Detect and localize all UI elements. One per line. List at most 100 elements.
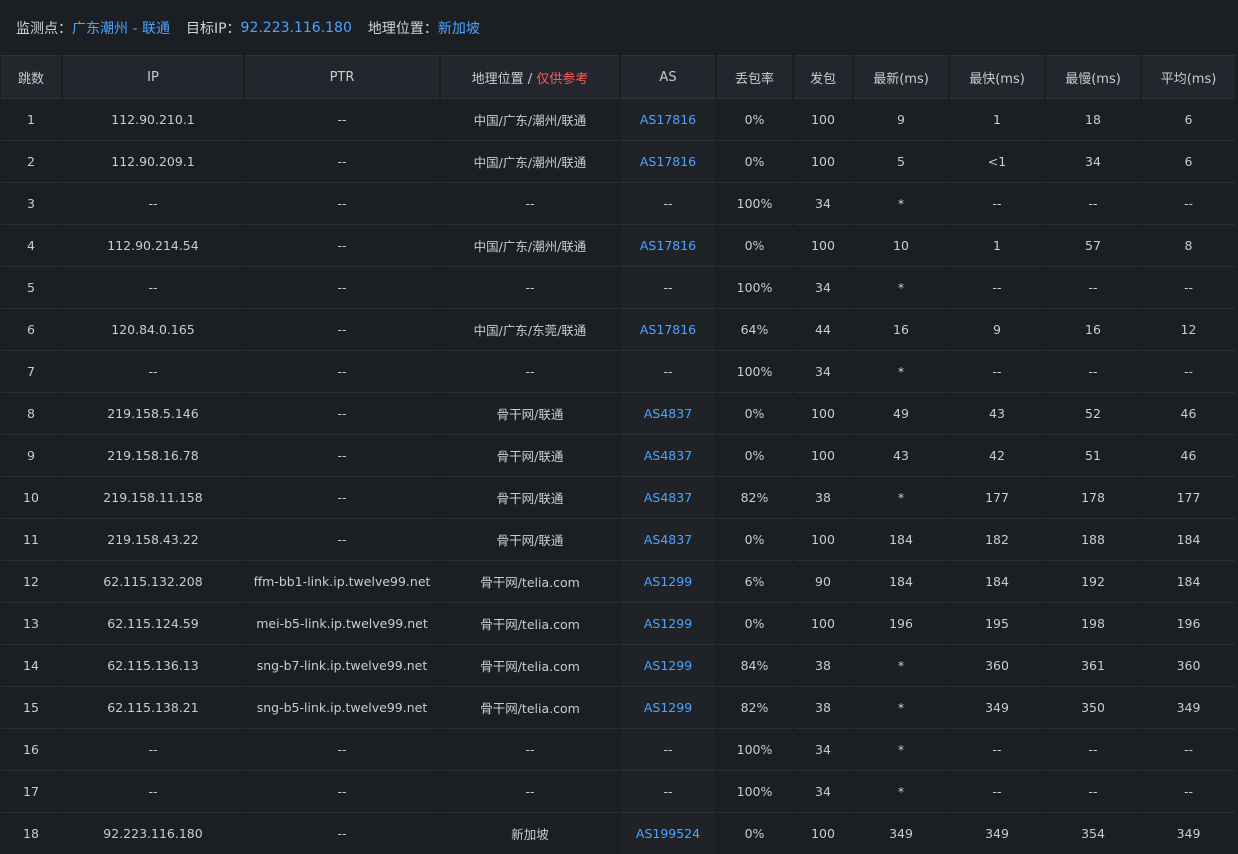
cell-avg: 46 xyxy=(1142,393,1235,435)
cell-last: 9 xyxy=(854,99,948,141)
cell-last: 16 xyxy=(854,309,948,351)
cell-as: AS1299 xyxy=(621,561,715,603)
cell-hop: 2 xyxy=(1,141,61,183)
cell-geo: 骨干网/联通 xyxy=(441,393,619,435)
header-geo[interactable]: 地理位置 / 仅供参考 xyxy=(441,55,619,99)
cell-best: -- xyxy=(950,771,1044,813)
cell-ptr: ffm-bb1-link.ip.twelve99.net xyxy=(245,561,439,603)
cell-hop: 10 xyxy=(1,477,61,519)
cell-worst: 51 xyxy=(1046,435,1140,477)
header-worst[interactable]: 最慢(ms) xyxy=(1046,55,1140,99)
cell-sent: 38 xyxy=(794,477,852,519)
as-link[interactable]: AS1299 xyxy=(644,700,692,715)
cell-geo: 骨干网/联通 xyxy=(441,519,619,561)
cell-as: AS1299 xyxy=(621,687,715,729)
cell-hop: 6 xyxy=(1,309,61,351)
cell-last: * xyxy=(854,687,948,729)
cell-last: 196 xyxy=(854,603,948,645)
cell-worst: 354 xyxy=(1046,813,1140,854)
geo-location: 地理位置： 新加坡 xyxy=(368,18,480,38)
as-link[interactable]: AS4837 xyxy=(644,532,692,547)
cell-geo: -- xyxy=(441,183,619,225)
cell-loss: 0% xyxy=(717,225,792,267)
cell-last: 49 xyxy=(854,393,948,435)
table-row: 10 219.158.11.158 -- 骨干网/联通 AS4837 82% 38 * 177 1… xyxy=(1,477,1235,519)
geo-value[interactable]: 新加坡 xyxy=(438,18,480,38)
cell-geo: -- xyxy=(441,729,619,771)
header-ptr[interactable]: PTR xyxy=(245,55,439,99)
header-loss[interactable]: 丢包率 xyxy=(717,55,792,99)
cell-loss: 0% xyxy=(717,519,792,561)
info-bar: 监测点： 广东潮州 - 联通 目标IP： 92.223.116.180 地理位置… xyxy=(0,0,1238,55)
cell-worst: 34 xyxy=(1046,141,1140,183)
cell-sent: 100 xyxy=(794,99,852,141)
header-best[interactable]: 最快(ms) xyxy=(950,55,1044,99)
header-last[interactable]: 最新(ms) xyxy=(854,55,948,99)
geo-label: 地理位置： xyxy=(367,20,438,37)
header-avg[interactable]: 平均(ms) xyxy=(1142,55,1235,99)
target-value[interactable]: 92.223.116.180 xyxy=(241,20,352,36)
cell-ip: 112.90.210.1 xyxy=(63,99,243,141)
cell-as: -- xyxy=(621,771,715,813)
cell-worst: -- xyxy=(1046,267,1140,309)
as-link[interactable]: AS1299 xyxy=(644,658,692,673)
table-row: 8 219.158.5.146 -- 骨干网/联通 AS4837 0% 100 49 43 52 4… xyxy=(1,393,1235,435)
cell-worst: 16 xyxy=(1046,309,1140,351)
cell-hop: 17 xyxy=(1,771,61,813)
cell-sent: 100 xyxy=(794,435,852,477)
cell-hop: 13 xyxy=(1,603,61,645)
monitor-point: 监测点： 广东潮州 - 联通 xyxy=(16,18,170,38)
cell-avg: 177 xyxy=(1142,477,1235,519)
header-ip[interactable]: IP xyxy=(63,55,243,99)
as-link[interactable]: AS4837 xyxy=(644,406,692,421)
as-link[interactable]: AS4837 xyxy=(644,448,692,463)
cell-ptr: -- xyxy=(245,351,439,393)
cell-ptr: -- xyxy=(245,729,439,771)
monitor-value[interactable]: 广东潮州 - 联通 xyxy=(72,18,170,38)
cell-last: * xyxy=(854,771,948,813)
cell-best: <1 xyxy=(950,141,1044,183)
table-row: 4 112.90.214.54 -- 中国/广东/潮州/联通 AS17816 0% 100 1… xyxy=(1,225,1235,267)
cell-worst: 18 xyxy=(1046,99,1140,141)
cell-as: AS17816 xyxy=(621,225,715,267)
cell-avg: -- xyxy=(1142,267,1235,309)
cell-best: 195 xyxy=(950,603,1044,645)
cell-last: * xyxy=(854,645,948,687)
cell-best: 1 xyxy=(950,225,1044,267)
cell-ip: 112.90.214.54 xyxy=(63,225,243,267)
cell-best: 42 xyxy=(950,435,1044,477)
as-link[interactable]: AS4837 xyxy=(644,490,692,505)
as-link[interactable]: AS17816 xyxy=(640,322,696,337)
cell-worst: 198 xyxy=(1046,603,1140,645)
cell-worst: -- xyxy=(1046,183,1140,225)
cell-best: 1 xyxy=(950,99,1044,141)
as-empty: -- xyxy=(663,784,673,799)
cell-ptr: sng-b7-link.ip.twelve99.net xyxy=(245,645,439,687)
as-link[interactable]: AS1299 xyxy=(644,616,692,631)
header-geo-ref: 仅供参考 xyxy=(536,71,589,87)
as-link[interactable]: AS17816 xyxy=(640,238,696,253)
cell-avg: 8 xyxy=(1142,225,1235,267)
cell-last: 184 xyxy=(854,561,948,603)
as-link[interactable]: AS199524 xyxy=(636,826,700,841)
cell-hop: 1 xyxy=(1,99,61,141)
as-link[interactable]: AS1299 xyxy=(644,574,692,589)
cell-as: AS4837 xyxy=(621,393,715,435)
cell-ptr: -- xyxy=(245,99,439,141)
header-as[interactable]: AS xyxy=(621,55,715,99)
cell-as: AS17816 xyxy=(621,141,715,183)
as-link[interactable]: AS17816 xyxy=(640,112,696,127)
cell-sent: 100 xyxy=(794,393,852,435)
table-row: 5 -- -- -- -- 100% 34 * -- -- -- xyxy=(1,267,1235,309)
cell-last: * xyxy=(854,477,948,519)
cell-ptr: -- xyxy=(245,519,439,561)
as-link[interactable]: AS17816 xyxy=(640,154,696,169)
cell-hop: 4 xyxy=(1,225,61,267)
cell-loss: 0% xyxy=(717,393,792,435)
header-sent[interactable]: 发包 xyxy=(794,55,852,99)
header-hop[interactable]: 跳数 xyxy=(1,55,61,99)
table-row: 6 120.84.0.165 -- 中国/广东/东莞/联通 AS17816 64% 44 16… xyxy=(1,309,1235,351)
cell-avg: 184 xyxy=(1142,519,1235,561)
cell-sent: 34 xyxy=(794,729,852,771)
cell-avg: 196 xyxy=(1142,603,1235,645)
